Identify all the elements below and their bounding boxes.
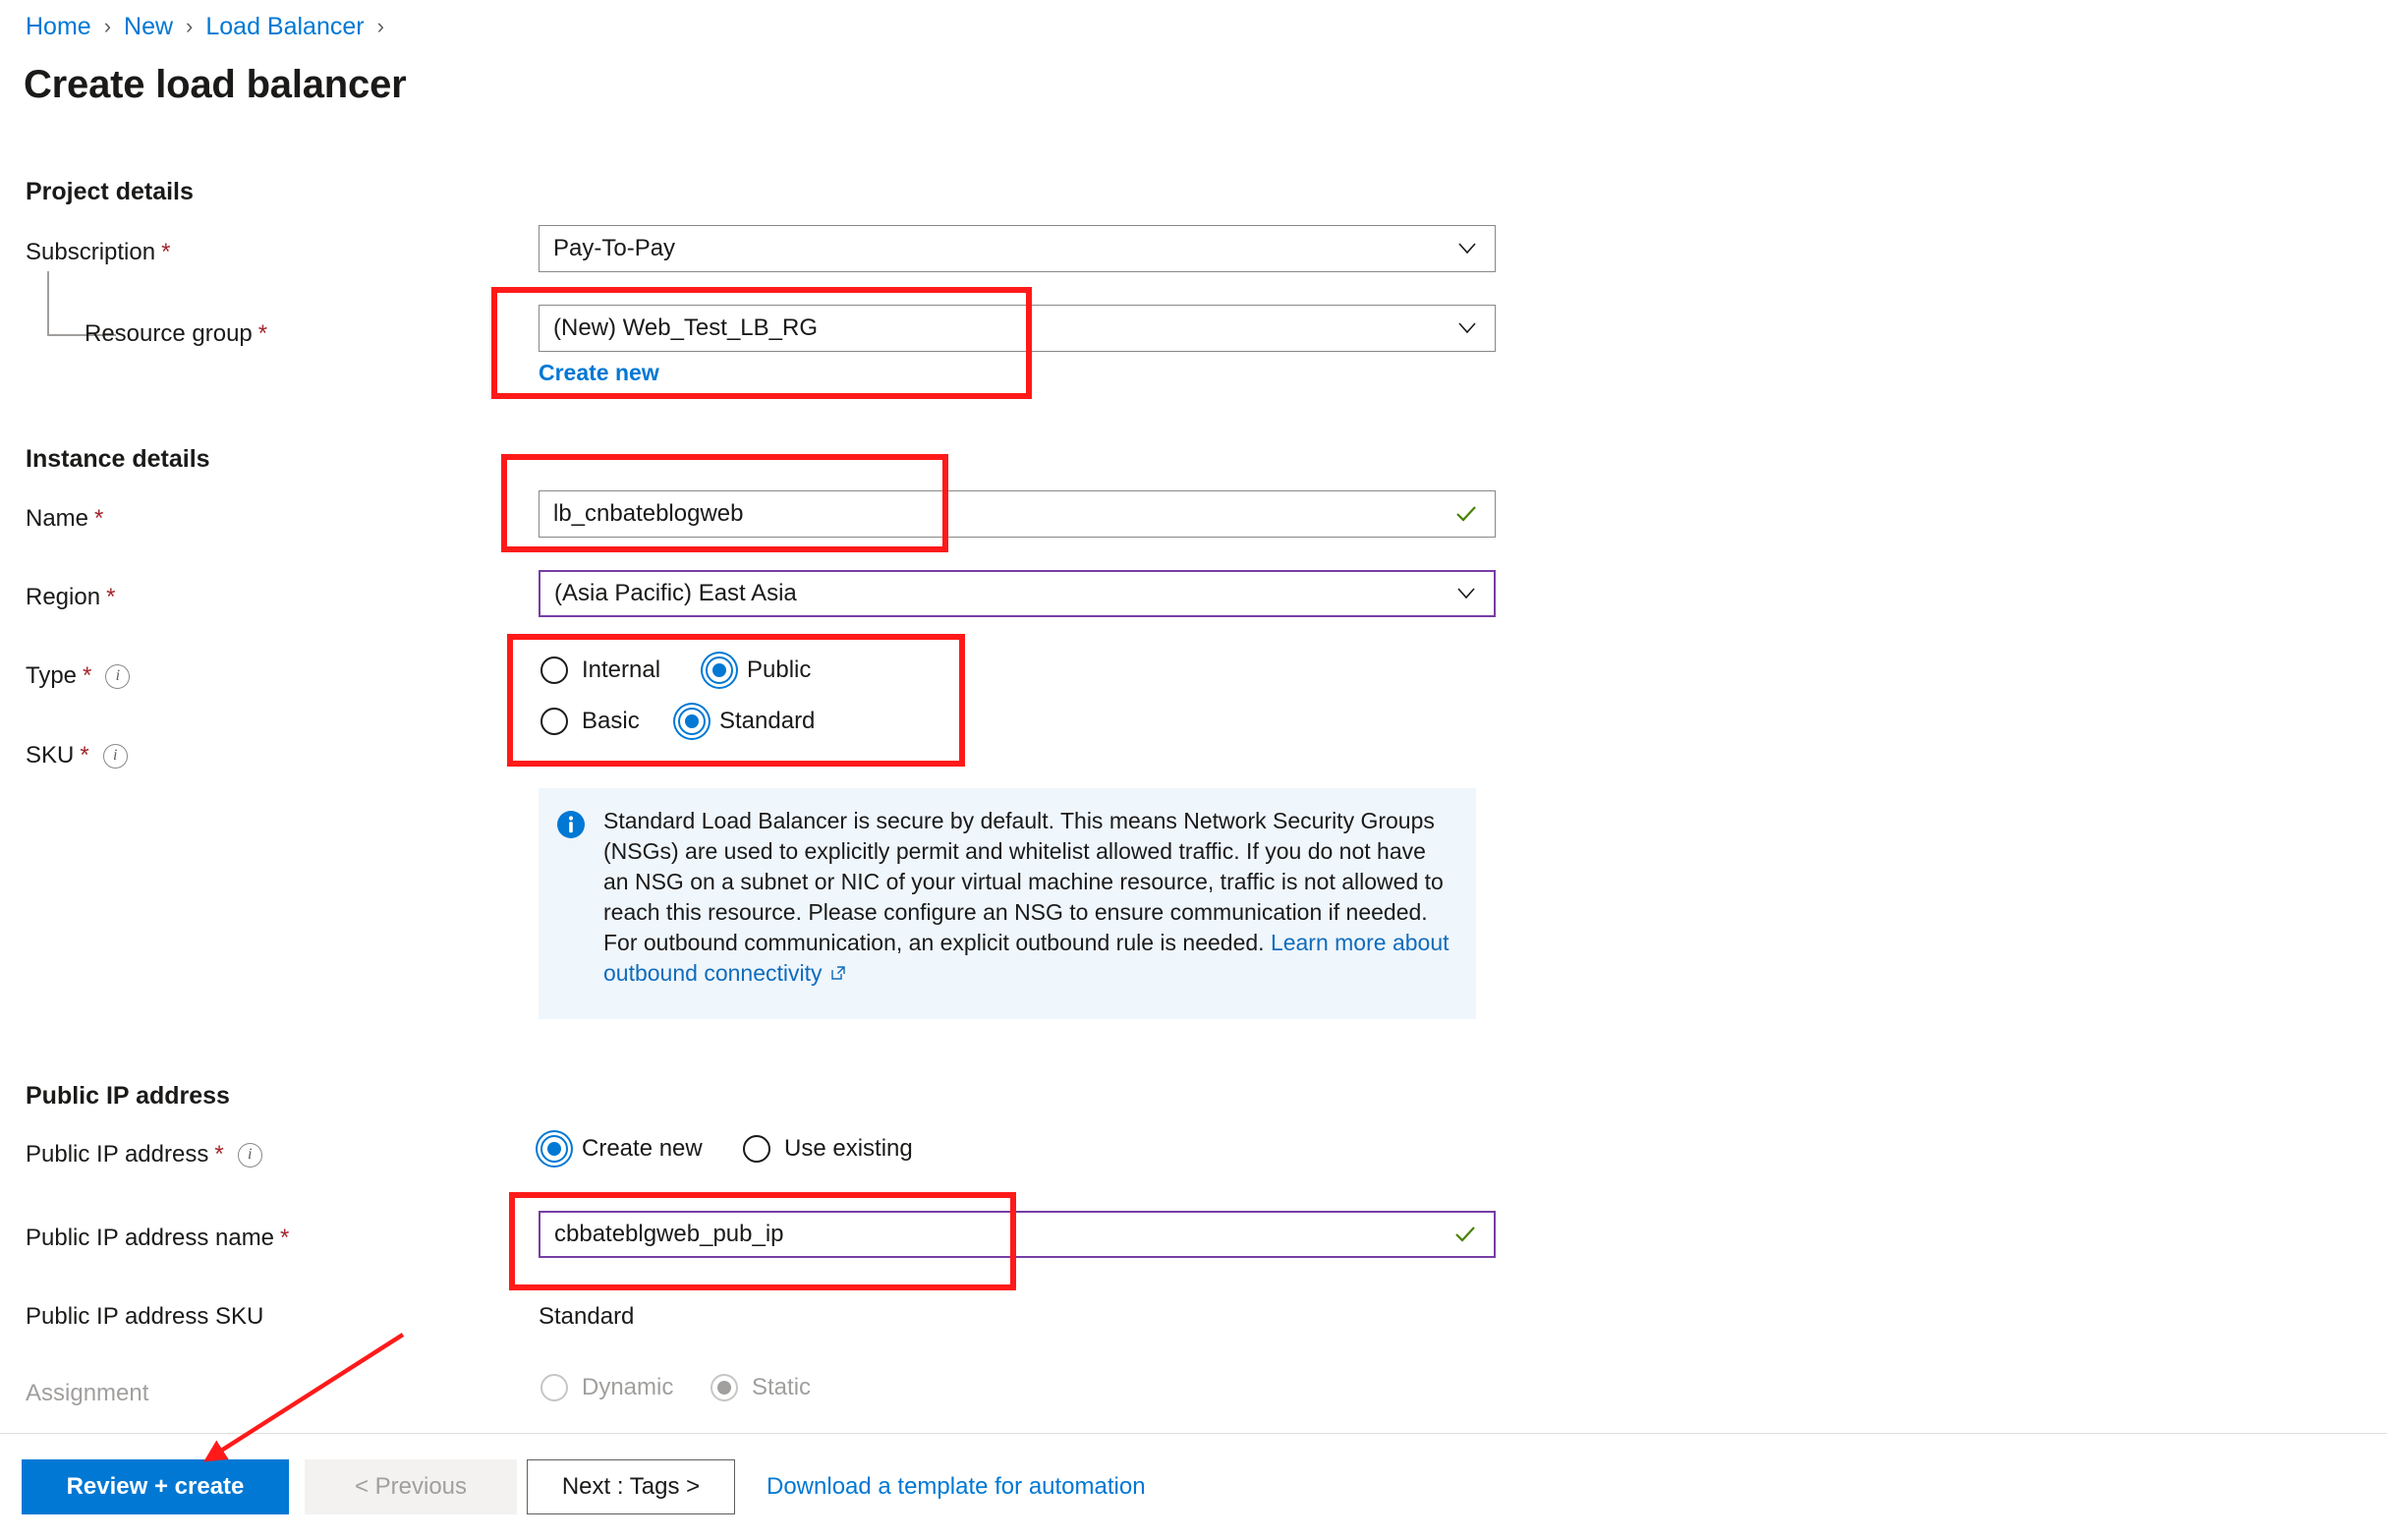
radio-assignment-static-label: Static [752, 1374, 812, 1400]
previous-button: < Previous [305, 1459, 517, 1514]
radio-type-public[interactable]: Public [706, 656, 811, 684]
label-assignment-text: Assignment [26, 1380, 149, 1406]
label-subscription-text: Subscription [26, 239, 156, 265]
radio-assignment-static: Static [710, 1374, 811, 1401]
radio-mark-unchecked-icon [540, 1374, 568, 1401]
label-public-ip-address-name: Public IP address name * [26, 1224, 289, 1253]
info-circle-icon[interactable]: i [237, 1142, 262, 1168]
breadcrumb: Home › New › Load Balancer › [26, 12, 397, 41]
external-link-icon [829, 959, 847, 980]
assignment-radio-group: Dynamic Static [540, 1374, 811, 1401]
info-banner: Standard Load Balancer is secure by defa… [539, 788, 1476, 1019]
radio-public-ip-create-new-label: Create new [582, 1135, 703, 1162]
name-input-value: lb_cnbateblogweb [553, 500, 744, 527]
public-ip-sku-value: Standard [539, 1303, 635, 1330]
chevron-down-icon [1457, 239, 1477, 258]
breadcrumb-separator-icon: › [103, 14, 112, 38]
breadcrumb-item-home[interactable]: Home [26, 12, 91, 41]
label-type: Type * i [26, 661, 131, 691]
label-assignment: Assignment [26, 1379, 148, 1408]
name-input[interactable]: lb_cnbateblogweb [539, 490, 1496, 538]
page-title: Create load balancer [24, 63, 407, 106]
radio-mark-unchecked-icon [540, 708, 568, 735]
required-indicator: * [83, 662, 92, 689]
public-ip-name-value: cbbateblgweb_pub_ip [554, 1221, 784, 1247]
chevron-down-icon [1456, 584, 1476, 603]
required-indicator: * [94, 505, 104, 532]
radio-type-internal[interactable]: Internal [540, 656, 706, 684]
green-check-icon [1452, 1222, 1478, 1247]
radio-assignment-dynamic-label: Dynamic [582, 1374, 674, 1400]
label-region: Region * [26, 583, 115, 612]
command-bar: Review + create < Previous Next : Tags >… [0, 1434, 2387, 1540]
section-heading-project-details: Project details [26, 178, 194, 205]
radio-mark-checked-icon [678, 708, 706, 735]
public-ip-radio-group: Create new Use existing [540, 1135, 913, 1163]
radio-sku-standard[interactable]: Standard [678, 708, 815, 735]
label-public-ip-address-name-text: Public IP address name [26, 1225, 275, 1251]
info-circle-icon[interactable]: i [105, 663, 131, 689]
radio-mark-checked-icon [706, 656, 733, 684]
resource-group-value: (New) Web_Test_LB_RG [553, 314, 818, 341]
radio-type-public-label: Public [747, 656, 812, 683]
public-ip-name-input[interactable]: cbbateblgweb_pub_ip [539, 1211, 1496, 1258]
annotation-box-type-sku [507, 634, 965, 767]
label-public-ip-address-text: Public IP address [26, 1141, 209, 1168]
radio-sku-basic[interactable]: Basic [540, 708, 678, 735]
radio-mark-unchecked-icon [540, 656, 568, 684]
label-region-text: Region [26, 584, 101, 610]
label-public-ip-address-sku: Public IP address SKU [26, 1302, 263, 1332]
radio-mark-unchecked-icon [743, 1135, 770, 1163]
resource-group-create-new-link[interactable]: Create new [539, 359, 659, 386]
required-indicator: * [80, 742, 89, 769]
radio-mark-checked-icon [540, 1135, 568, 1163]
breadcrumb-item-load-balancer[interactable]: Load Balancer [205, 12, 364, 41]
type-radio-group: Internal Public [540, 656, 811, 684]
label-subscription: Subscription * [26, 238, 170, 267]
required-indicator: * [214, 1141, 224, 1168]
info-banner-text: Standard Load Balancer is secure by defa… [603, 806, 1454, 999]
radio-assignment-dynamic: Dynamic [540, 1374, 710, 1401]
green-check-icon [1453, 501, 1479, 527]
download-template-link[interactable]: Download a template for automation [767, 1473, 1146, 1501]
radio-type-internal-label: Internal [582, 656, 661, 683]
required-indicator: * [280, 1225, 290, 1251]
radio-sku-basic-label: Basic [582, 708, 640, 734]
required-indicator: * [257, 320, 268, 347]
region-dropdown[interactable]: (Asia Pacific) East Asia [539, 570, 1496, 617]
label-name: Name * [26, 504, 103, 534]
required-indicator: * [106, 584, 116, 610]
radio-public-ip-use-existing-label: Use existing [784, 1135, 913, 1162]
info-circle-icon[interactable]: i [102, 743, 128, 769]
review-create-button[interactable]: Review + create [22, 1459, 289, 1514]
chevron-down-icon [1457, 318, 1477, 338]
radio-sku-standard-label: Standard [719, 708, 816, 734]
info-filled-icon [556, 810, 586, 839]
next-tags-button[interactable]: Next : Tags > [527, 1459, 735, 1514]
label-name-text: Name [26, 505, 89, 532]
breadcrumb-item-new[interactable]: New [124, 12, 173, 41]
subscription-value: Pay-To-Pay [553, 235, 676, 261]
label-type-text: Type [26, 662, 78, 689]
section-heading-instance-details: Instance details [26, 445, 210, 473]
radio-mark-checked-icon [710, 1374, 738, 1401]
subscription-dropdown[interactable]: Pay-To-Pay [539, 225, 1496, 272]
label-sku: SKU * i [26, 741, 128, 770]
resource-group-dropdown[interactable]: (New) Web_Test_LB_RG [539, 305, 1496, 352]
radio-public-ip-create-new[interactable]: Create new [540, 1135, 743, 1163]
required-indicator: * [161, 239, 171, 265]
region-value: (Asia Pacific) East Asia [554, 580, 797, 606]
label-resource-group-text: Resource group [85, 320, 253, 347]
label-public-ip-address: Public IP address * i [26, 1140, 262, 1169]
label-resource-group: Resource group * [85, 319, 267, 349]
label-public-ip-address-sku-text: Public IP address SKU [26, 1303, 264, 1330]
breadcrumb-separator-icon: › [186, 14, 194, 38]
label-sku-text: SKU [26, 742, 75, 769]
sku-radio-group: Basic Standard [540, 708, 815, 735]
section-heading-public-ip-address: Public IP address [26, 1082, 230, 1110]
radio-public-ip-use-existing[interactable]: Use existing [743, 1135, 913, 1163]
breadcrumb-separator-icon: › [376, 14, 384, 38]
